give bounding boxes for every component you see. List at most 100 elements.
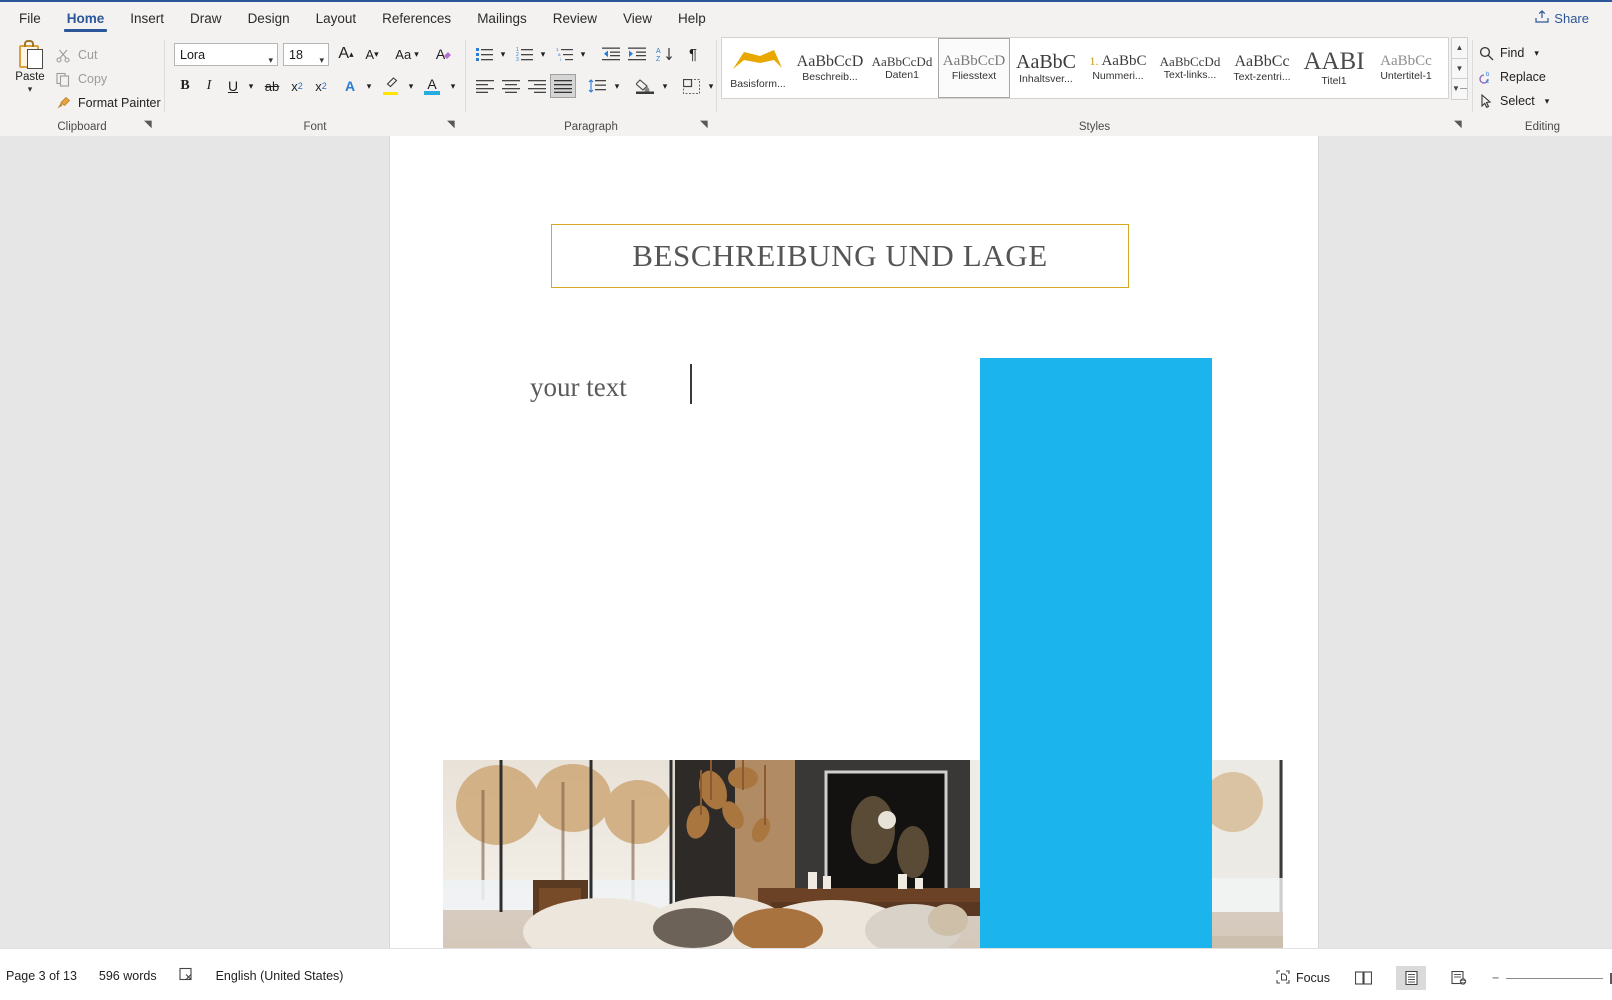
shading-button[interactable] [632,74,658,98]
styles-scroll-up-button[interactable]: ▲ [1451,37,1468,59]
word-count[interactable]: 596 words [99,969,157,983]
decrease-indent-button[interactable] [598,42,624,66]
style-item-1[interactable]: AaBbCcD Beschreib... [794,38,866,98]
numbering-button[interactable]: 123 [512,42,536,66]
tab-references[interactable]: References [369,7,464,32]
find-button[interactable]: Find ▾ [1479,42,1539,64]
text-effects-button[interactable]: A [337,74,363,98]
chevron-down-icon[interactable]: ▾ [1534,48,1539,59]
body-paragraph[interactable]: your text [530,372,627,403]
page-indicator[interactable]: Page 3 of 13 [6,969,77,983]
style-item-0[interactable]: Basisform... [722,38,794,98]
strikethrough-button[interactable]: ab [259,74,285,98]
styles-dialog-launcher[interactable]: ◥ [1454,120,1466,132]
italic-button[interactable]: I [197,74,221,98]
align-center-button[interactable] [498,74,524,98]
underline-dropdown[interactable]: ▾ [243,74,259,98]
chevron-down-icon[interactable]: ▾ [1545,96,1550,107]
replace-button[interactable]: bc Replace [1479,66,1546,88]
highlight-color-button[interactable] [377,74,403,98]
style-item-8[interactable]: AABI Titel1 [1298,38,1370,98]
bullets-dropdown[interactable]: ▾ [496,42,510,66]
bullets-button[interactable] [472,42,496,66]
align-right-button[interactable] [524,74,550,98]
style-item-2[interactable]: AaBbCcDd Daten1 [866,38,938,98]
style-item-6[interactable]: AaBbCcDd Text-links... [1154,38,1226,98]
bold-button[interactable]: B [173,74,197,98]
align-left-button[interactable] [472,74,498,98]
heading-box[interactable]: BESCHREIBUNG UND LAGE [551,224,1129,288]
style-item-9[interactable]: AaBbCc Untertitel-1 [1370,38,1442,98]
document-canvas[interactable]: BESCHREIBUNG UND LAGE your text [0,136,1612,948]
line-spacing-dropdown[interactable]: ▾ [610,74,624,98]
style-item-3[interactable]: AaBbCcD Fliesstext [938,38,1010,98]
clear-formatting-button[interactable]: A [430,42,458,66]
style-item-4[interactable]: AaBbC Inhaltsver... [1010,38,1082,98]
format-painter-button[interactable]: Format Painter [56,92,161,114]
change-case-button[interactable]: Aa ▾ [389,42,425,66]
multilevel-list-button[interactable]: 1ai [552,42,576,66]
chevron-down-icon[interactable]: ▾ [268,51,273,70]
numbering-dropdown[interactable]: ▾ [536,42,550,66]
print-layout-button[interactable] [1396,966,1426,990]
highlight-dropdown[interactable]: ▾ [403,74,419,98]
tab-file[interactable]: File [6,7,54,32]
document-page[interactable]: BESCHREIBUNG UND LAGE your text [390,136,1318,948]
shrink-font-button[interactable]: A ▾ [359,42,385,66]
copy-button[interactable]: Copy [56,68,107,90]
tab-draw[interactable]: Draw [177,7,235,32]
blue-overlay-rectangle[interactable] [980,358,1212,948]
cut-button[interactable]: Cut [56,44,97,66]
focus-icon [1276,969,1290,987]
underline-button[interactable]: U [221,74,245,98]
styles-more-button[interactable]: ▼ ― [1451,78,1468,101]
text-effects-dropdown[interactable]: ▾ [361,74,377,98]
paragraph-dialog-launcher[interactable]: ◥ [700,120,712,132]
paste-button[interactable]: Paste ▾ [8,38,52,95]
tab-review[interactable]: Review [540,7,610,32]
tab-insert[interactable]: Insert [117,7,177,32]
share-icon [1535,10,1549,26]
grow-font-button[interactable]: A ▴ [333,42,359,66]
show-formatting-marks-button[interactable]: ¶ [680,42,706,66]
tab-design[interactable]: Design [235,7,303,32]
focus-button[interactable]: Focus [1276,969,1330,987]
paragraph-group-label: Paragraph [564,121,618,133]
tab-mailings[interactable]: Mailings [464,7,540,32]
tab-home[interactable]: Home [54,7,118,32]
clipboard-dialog-launcher[interactable]: ◥ [144,120,156,132]
justify-button[interactable] [550,74,576,98]
increase-indent-button[interactable] [624,42,650,66]
tab-view[interactable]: View [610,7,665,32]
subscript-button[interactable]: x2 [285,74,309,98]
select-button[interactable]: Select ▾ [1479,90,1549,112]
styles-scroll-down-button[interactable]: ▼ [1451,57,1468,80]
proofing-icon[interactable] [179,967,194,985]
share-button[interactable]: Share [1526,7,1598,29]
language-indicator[interactable]: English (United States) [216,969,344,983]
group-styles: Basisform... AaBbCcD Beschreib... AaBbCc… [717,34,1472,136]
web-layout-button[interactable] [1444,966,1474,990]
borders-button[interactable] [678,74,704,98]
superscript-button[interactable]: x2 [309,74,333,98]
chevron-down-icon[interactable]: ▾ [8,84,52,95]
scissors-icon [56,48,71,63]
font-color-dropdown[interactable]: ▾ [445,74,461,98]
line-spacing-button[interactable] [584,74,610,98]
read-mode-button[interactable] [1348,966,1378,990]
font-name-combobox[interactable]: Lora ▾ [174,43,278,66]
style-item-7[interactable]: AaBbCc Text-zentri... [1226,38,1298,98]
sort-button[interactable]: AZ [652,42,678,66]
style-item-5[interactable]: 1. AaBbC Nummeri... [1082,38,1154,98]
tab-help[interactable]: Help [665,7,719,32]
tab-layout[interactable]: Layout [303,7,370,32]
zoom-slider[interactable]: − [1492,971,1612,985]
chevron-down-icon[interactable]: ▾ [319,51,324,70]
font-size-combobox[interactable]: 18 ▾ [283,43,329,66]
multilevel-dropdown[interactable]: ▾ [576,42,590,66]
zoom-track[interactable] [1506,977,1603,979]
zoom-out-button[interactable]: − [1492,971,1499,985]
font-color-button[interactable]: A [419,74,445,98]
shading-dropdown[interactable]: ▾ [658,74,672,98]
font-dialog-launcher[interactable]: ◥ [447,120,459,132]
